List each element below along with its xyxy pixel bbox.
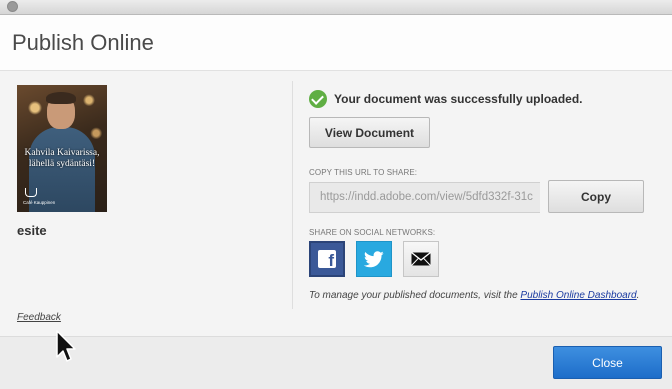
publish-online-dialog: Publish Online Kahvila Kaivarissa, lähel… xyxy=(0,15,672,389)
share-url-field[interactable]: https://indd.adobe.com/view/5dfd332f-31c xyxy=(309,182,540,213)
success-check-icon xyxy=(309,90,327,108)
dialog-footer: Close xyxy=(0,336,672,389)
dialog-header: Publish Online xyxy=(0,15,672,71)
column-divider xyxy=(292,81,293,309)
manage-suffix: . xyxy=(636,290,640,301)
twitter-icon xyxy=(364,250,384,267)
status-message: Your document was successfully uploaded. xyxy=(334,92,583,106)
manage-text: To manage your published documents, visi… xyxy=(309,290,521,301)
share-url-label: COPY THIS URL TO SHARE: xyxy=(309,168,418,177)
dialog-content: Kahvila Kaivarissa, lähellä sydäntäsi! C… xyxy=(0,71,672,335)
thumbnail-hair xyxy=(46,92,76,104)
share-facebook-button[interactable] xyxy=(309,241,345,277)
copy-url-button[interactable]: Copy xyxy=(548,180,644,213)
email-icon xyxy=(411,252,431,266)
dialog-title: Publish Online xyxy=(12,30,154,55)
manage-documents-text: To manage your published documents, visi… xyxy=(309,290,639,301)
share-twitter-button[interactable] xyxy=(356,241,392,277)
view-document-button[interactable]: View Document xyxy=(309,117,430,148)
publish-online-dashboard-link[interactable]: Publish Online Dashboard xyxy=(520,290,636,301)
close-button[interactable]: Close xyxy=(553,346,662,379)
document-thumbnail: Kahvila Kaivarissa, lähellä sydäntäsi! C… xyxy=(17,85,107,212)
social-networks-label: SHARE ON SOCIAL NETWORKS: xyxy=(309,228,436,237)
share-email-button[interactable] xyxy=(403,241,439,277)
window-titlebar xyxy=(0,0,672,15)
coffee-cup-icon xyxy=(25,188,37,197)
window-close-dot[interactable] xyxy=(7,1,18,12)
mouse-pointer-icon xyxy=(56,330,76,362)
thumbnail-caption: Café Kauppinen xyxy=(23,200,56,205)
feedback-link[interactable]: Feedback xyxy=(17,312,61,323)
facebook-icon xyxy=(318,250,336,271)
upload-status: Your document was successfully uploaded. xyxy=(309,89,583,109)
thumbnail-headline: Kahvila Kaivarissa, lähellä sydäntäsi! xyxy=(24,148,100,169)
document-name: esite xyxy=(17,223,47,238)
